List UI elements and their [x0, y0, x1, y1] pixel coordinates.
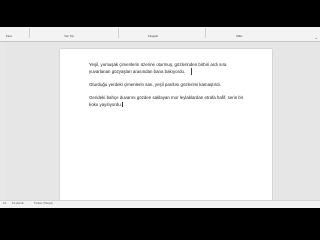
collapse-ribbon-icon[interactable]: ⌄ [315, 36, 318, 40]
ribbon-group-clipboard[interactable]: Pano [6, 35, 12, 38]
language-indicator[interactable]: Türkçe (Türkiye) [34, 202, 53, 205]
ribbon-separator [205, 28, 206, 38]
document-page[interactable]: Yeşil, yumuşak çimenlerin üzerine oturmu… [60, 49, 272, 200]
document-canvas[interactable]: Yeşil, yumuşak çimenlerin üzerine oturmu… [5, 43, 320, 200]
ribbon-divider [0, 41, 320, 42]
ibeam-cursor-icon [191, 68, 192, 75]
paragraph-3[interactable]: Gerideki bahçe duvarını gözden saklayan … [89, 95, 249, 108]
ribbon-separator [118, 28, 119, 38]
page-count[interactable]: 1/1 [3, 202, 7, 205]
ribbon-separator [29, 28, 30, 38]
word-processor-window: Pano Yazı Tipi Paragraf Stiller ⌄ Yeşil,… [0, 27, 320, 208]
ribbon-group-styles[interactable]: Stiller [236, 35, 243, 38]
ribbon-group-paragraph[interactable]: Paragraf [148, 35, 158, 38]
status-bar: 1/1 51 sözcük Türkçe (Türkiye) [0, 200, 320, 208]
text-caret [122, 101, 124, 107]
paragraph-2[interactable]: Oturduğu yerdeki çimenlerin sarı, yeşil … [89, 82, 249, 89]
ribbon-group-font[interactable]: Yazı Tipi [64, 35, 74, 38]
paragraph-1[interactable]: Yeşil, yumuşak çimenlerin üzerine oturmu… [89, 62, 249, 75]
paragraph-3-text: Gerideki bahçe duvarını gözden saklayan … [89, 95, 244, 107]
ribbon: Pano Yazı Tipi Paragraf Stiller ⌄ [0, 27, 320, 41]
word-count[interactable]: 51 sözcük [12, 202, 24, 205]
